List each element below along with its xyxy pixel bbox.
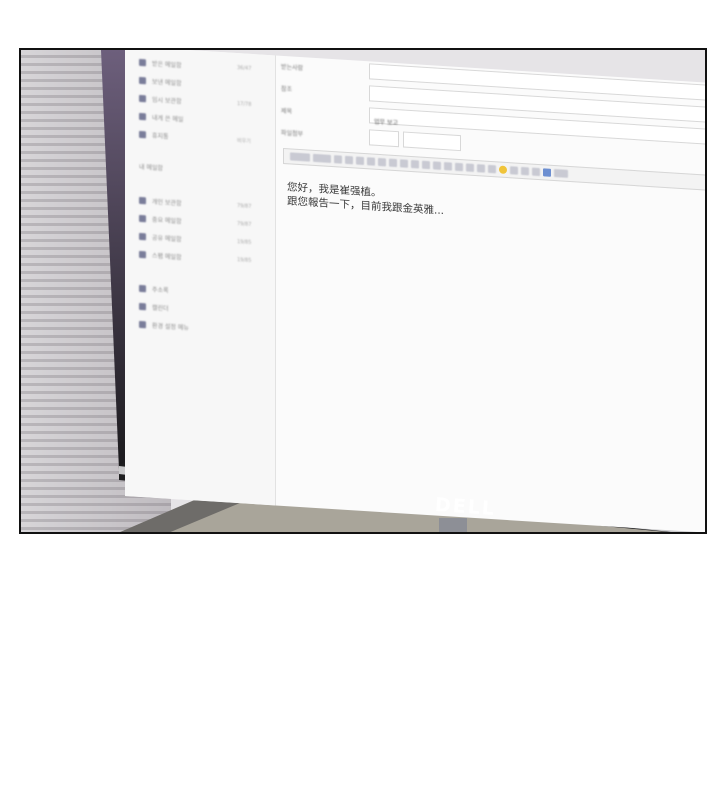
- trash-icon: [139, 130, 146, 138]
- sidebar-item-inbox[interactable]: 받은 메일함: [139, 57, 182, 70]
- sidebar-item-important[interactable]: 중요 메일함: [139, 213, 182, 226]
- heart-icon[interactable]: [543, 168, 551, 177]
- align-right-icon[interactable]: [422, 160, 430, 170]
- numbered-list-icon[interactable]: [466, 163, 474, 172]
- video-icon[interactable]: [521, 166, 529, 176]
- to-label: 받는사람: [281, 63, 304, 73]
- sidebar-item-drafts[interactable]: 임시 보관함: [139, 93, 182, 106]
- align-left-icon[interactable]: [400, 159, 408, 168]
- table-icon[interactable]: [477, 164, 485, 173]
- sidebar-item-shared[interactable]: 공유 메일함: [139, 231, 182, 244]
- share-icon: [139, 232, 146, 240]
- monitor-screen: 받은 메일함 36/47 보낸 메일함 임시 보관함 17/78 내게 쓴 메일…: [125, 50, 705, 532]
- sidebar-count: 79/87: [237, 203, 252, 210]
- comic-panel: 받은 메일함 36/47 보낸 메일함 임시 보관함 17/78 내게 쓴 메일…: [19, 48, 707, 534]
- strike-icon[interactable]: [367, 157, 375, 166]
- search-icon[interactable]: [532, 167, 540, 177]
- emoji-icon[interactable]: [499, 165, 507, 175]
- attach-button[interactable]: [369, 129, 399, 148]
- sidebar-count: 17/78: [237, 101, 252, 108]
- bold-icon[interactable]: [334, 155, 342, 164]
- contacts-icon: [139, 284, 146, 292]
- list-icon[interactable]: [455, 162, 463, 172]
- sidebar-item-personal[interactable]: 개인 보관함: [139, 195, 182, 208]
- text-color-icon[interactable]: [378, 157, 386, 167]
- gear-icon: [139, 320, 146, 328]
- sidebar-item-spam[interactable]: 스팸 메일함: [139, 249, 182, 262]
- draft-icon: [139, 94, 146, 102]
- html-mode-button[interactable]: [554, 168, 568, 178]
- sent-icon: [139, 76, 146, 84]
- cc-label: 참조: [281, 85, 293, 94]
- inbox-icon: [139, 58, 146, 66]
- indent-icon[interactable]: [444, 162, 452, 171]
- folder-icon: [139, 196, 146, 204]
- message-body[interactable]: 您好，我是崔强植。 跟您報告一下，目前我跟金英雅...: [287, 180, 444, 218]
- sidebar-count: 19/85: [237, 239, 252, 246]
- sidebar-action[interactable]: 비우기: [237, 137, 251, 145]
- subject-value: 업무 보고: [374, 118, 398, 128]
- font-select[interactable]: [290, 152, 310, 162]
- size-select[interactable]: [313, 153, 331, 163]
- sidebar-count: 19/85: [237, 257, 252, 264]
- spam-icon: [139, 250, 146, 258]
- sidebar-item-contacts[interactable]: 주소록: [139, 283, 169, 295]
- justify-icon[interactable]: [433, 161, 441, 170]
- sidebar-item-self[interactable]: 내게 쓴 메일: [139, 111, 183, 124]
- sidebar-item-calendar[interactable]: 캘린더: [139, 301, 169, 313]
- attach-list[interactable]: [403, 131, 461, 152]
- attachment-label: 파일첨부: [281, 129, 304, 139]
- sidebar-item-trash[interactable]: 휴지통: [139, 129, 169, 141]
- sidebar-count: 36/47: [237, 65, 252, 72]
- sidebar-section-my-folders[interactable]: 내 메일함: [139, 161, 163, 173]
- underline-icon[interactable]: [356, 156, 364, 166]
- align-center-icon[interactable]: [411, 159, 419, 169]
- sidebar-item-sent[interactable]: 보낸 메일함: [139, 75, 182, 88]
- link-icon[interactable]: [488, 164, 496, 174]
- dell-logo: DELL: [434, 493, 497, 521]
- self-mail-icon: [139, 112, 146, 120]
- image-icon[interactable]: [510, 166, 518, 175]
- sidebar-count: 79/87: [237, 221, 252, 228]
- highlight-icon[interactable]: [389, 158, 397, 168]
- calendar-icon: [139, 302, 146, 310]
- sidebar-item-settings[interactable]: 환경 설정 메뉴: [139, 319, 189, 332]
- subject-label: 제목: [281, 107, 293, 116]
- mail-sidebar: 받은 메일함 36/47 보낸 메일함 임시 보관함 17/78 내게 쓴 메일…: [125, 50, 276, 506]
- italic-icon[interactable]: [345, 155, 353, 165]
- compose-area: 받는사람 참조 제목 업무 보고 파일첨부 您好，我是崔强植。 跟您報告一下，目…: [275, 55, 705, 532]
- star-icon: [139, 214, 146, 222]
